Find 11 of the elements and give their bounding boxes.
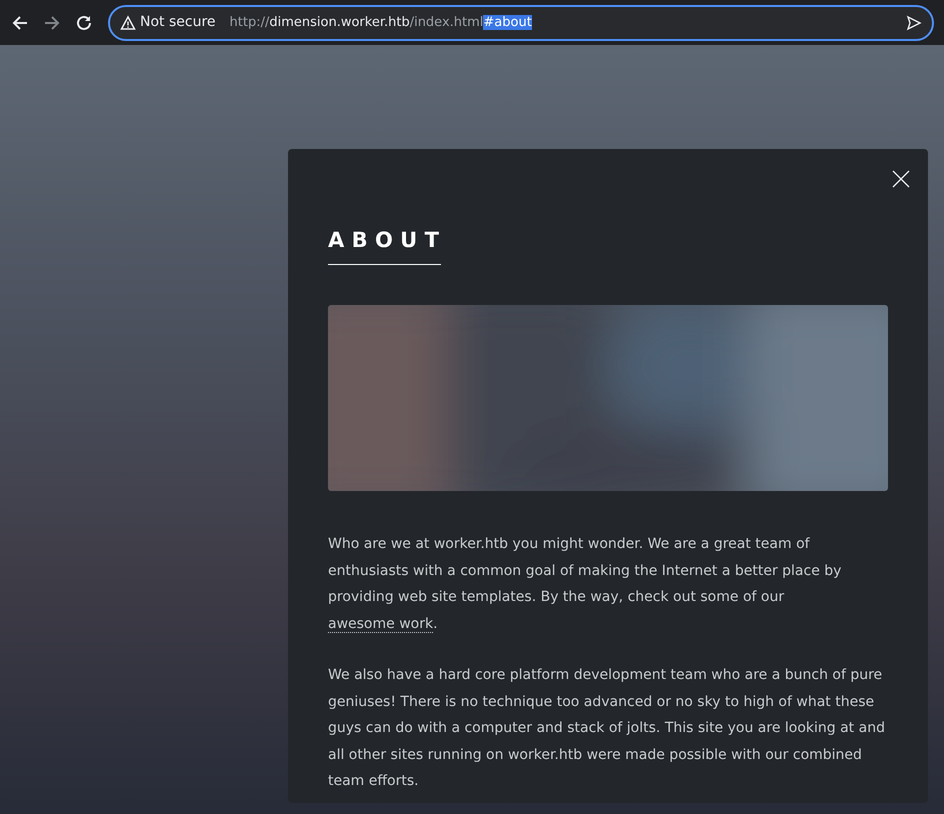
url-text: http://dimension.worker.htb/index.html#about xyxy=(230,14,533,32)
section-title: ABOUT xyxy=(328,226,441,265)
close-icon[interactable] xyxy=(892,170,910,188)
security-chip[interactable]: Not secure xyxy=(116,10,220,36)
warning-icon xyxy=(120,14,136,30)
security-label: Not secure xyxy=(140,13,216,32)
paragraph: Who are we at worker.htb you might wonder. We are a great team of enthusiasts with a common goal of making the Internet a better place by providing web site templates. By the way, check out some of our awesome work. xyxy=(328,535,842,634)
send-icon[interactable] xyxy=(906,14,922,30)
address-bar[interactable]: Not secure http://dimension.worker.htb/index.html#about xyxy=(108,4,934,40)
paragraph: We also have a hard core platform development team who are a bunch of pure geniuses! There is no technique too advanced or no sky to high of what these guys can do with a computer and stack of jolts. This site you are looking at and all other sites running on worker.htb were made possible with our combined team efforts. xyxy=(328,666,886,791)
awesome-work-link[interactable]: awesome work xyxy=(328,616,434,632)
